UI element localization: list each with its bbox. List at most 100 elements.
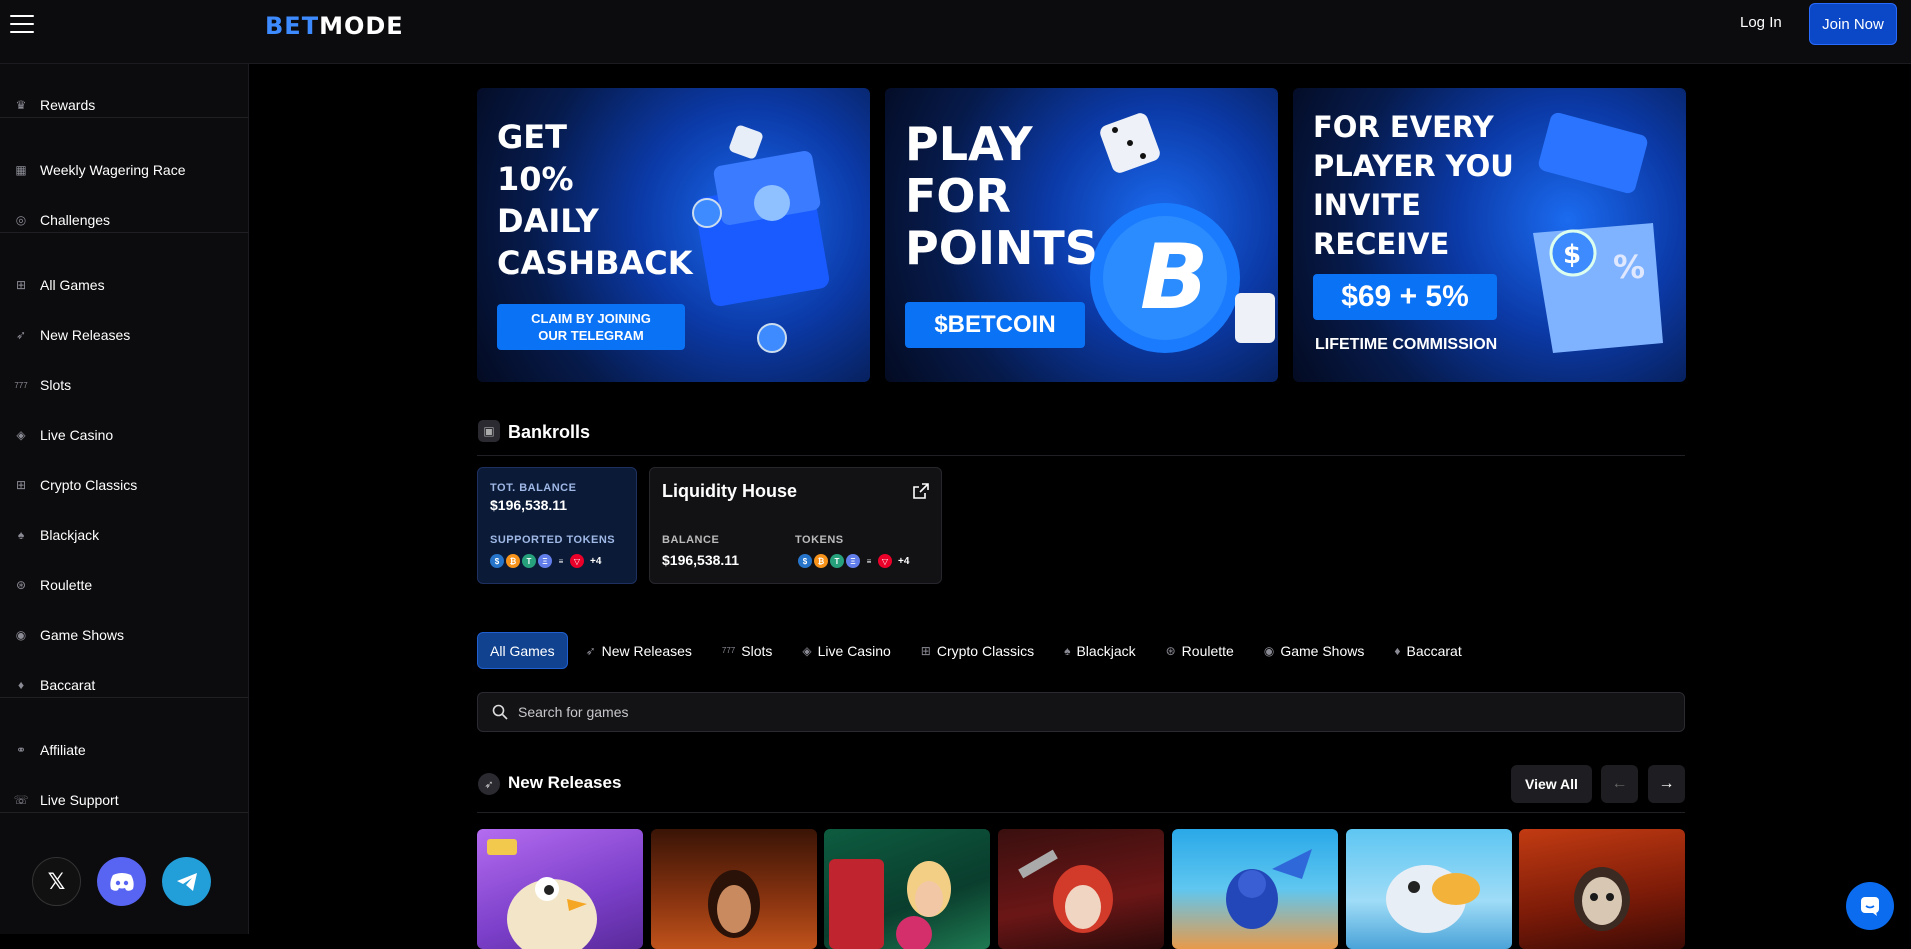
sidebar-item-label: All Games — [40, 277, 105, 293]
sidebar-item-game-shows[interactable]: ◉ Game Shows — [0, 615, 249, 655]
grid-icon: ⊞ — [15, 278, 27, 292]
game-thumbnail[interactable] — [1346, 829, 1512, 949]
liquidity-house-card[interactable]: Liquidity House BALANCE $196,538.11 TOKE… — [649, 467, 942, 584]
svg-text:%: % — [1613, 248, 1645, 286]
sidebar-item-weekly-wagering-race[interactable]: ▦ Weekly Wagering Race — [0, 150, 249, 190]
banner-points-headline: PLAY FOR POINTS — [905, 117, 1098, 275]
sidebar-item-blackjack[interactable]: ♠ Blackjack — [0, 515, 249, 555]
logo[interactable]: BETMODE — [265, 12, 404, 40]
live-dealer-game-art — [829, 859, 951, 949]
rocket-icon: ➶ — [585, 643, 596, 658]
x-twitter-icon[interactable]: 𝕏 — [32, 857, 81, 906]
sidebar-item-label: Live Casino — [40, 427, 114, 443]
tab-live-casino[interactable]: ◈ Live Casino — [790, 632, 902, 669]
genie-game-art — [1226, 849, 1312, 929]
tab-label: Slots — [741, 642, 773, 659]
treasure-chest-icon — [692, 125, 830, 353]
sidebar-item-baccarat[interactable]: ♦ Baccarat — [0, 665, 249, 705]
lifetime-commission-label: LIFETIME COMMISSION — [1315, 336, 1498, 353]
game-thumbnail[interactable] — [477, 829, 643, 949]
svg-text:B: B — [1140, 225, 1209, 330]
ethereum-icon: Ξ — [846, 554, 860, 568]
banner-invite[interactable]: $ % FOR EVERY PLAYER YOU INVITE RECEIVE $69… — [1293, 88, 1686, 382]
pirate-game-art — [1018, 849, 1113, 933]
prev-arrow-icon[interactable]: ← — [1601, 765, 1638, 803]
sidebar-item-rewards[interactable]: ♛ Rewards — [0, 85, 249, 125]
bitcoin-icon: ₿ — [506, 554, 520, 568]
affiliate-icon: ⚭ — [15, 743, 27, 757]
tab-crypto-classics[interactable]: ⊞ Crypto Classics — [909, 632, 1046, 669]
sidebar-item-all-games[interactable]: ⊞ All Games — [0, 265, 249, 305]
tab-slots[interactable]: 777 Slots — [710, 632, 784, 669]
diamond-icon: ◈ — [802, 643, 812, 658]
game-thumbnail[interactable] — [1172, 829, 1338, 949]
chicken-game-art — [487, 839, 597, 949]
gift-box-icon: $ % — [1533, 112, 1663, 353]
sidebar-item-live-support[interactable]: ☏ Live Support — [0, 780, 249, 820]
divider — [0, 697, 249, 698]
banner-invite-headline: FOR EVERY PLAYER YOU INVITE RECEIVE — [1313, 110, 1514, 261]
sidebar-item-new-releases[interactable]: ➶ New Releases — [0, 315, 249, 355]
chat-support-icon[interactable] — [1846, 882, 1894, 930]
supported-tokens-label: SUPPORTED TOKENS — [490, 534, 616, 546]
tab-label: New Releases — [601, 642, 692, 659]
sidebar-item-label: Live Support — [40, 792, 119, 808]
game-thumbnail[interactable] — [824, 829, 990, 949]
sidebar-item-label: Affiliate — [40, 742, 86, 758]
roulette-icon: ⊛ — [15, 578, 27, 592]
next-arrow-icon[interactable]: → — [1648, 765, 1685, 803]
tether-icon: T — [830, 554, 844, 568]
sidebar-item-slots[interactable]: 777 Slots — [0, 365, 249, 405]
menu-icon[interactable] — [10, 15, 34, 35]
logo-mode: MODE — [319, 12, 404, 40]
liquidity-house-name: Liquidity House — [662, 481, 797, 501]
sidebar-item-roulette[interactable]: ⊛ Roulette — [0, 565, 249, 605]
banner-play-for-points[interactable]: B PLAY FOR POINTS $BETCOIN — [885, 88, 1278, 382]
tab-roulette[interactable]: ⊛ Roulette — [1154, 632, 1246, 669]
tab-new-releases[interactable]: ➶ New Releases — [574, 632, 704, 669]
tab-all-games[interactable]: All Games — [477, 632, 568, 669]
solana-icon: ≡ — [554, 554, 568, 568]
tab-baccarat[interactable]: ♦ Baccarat — [1382, 632, 1473, 669]
telegram-icon[interactable] — [162, 857, 211, 906]
tab-label: Live Casino — [817, 642, 891, 659]
discord-icon[interactable] — [97, 857, 146, 906]
game-thumbnail[interactable] — [651, 829, 817, 949]
top-bar: BETMODE Log In Join Now — [0, 0, 1911, 64]
sidebar-item-label: Baccarat — [40, 677, 96, 693]
login-button[interactable]: Log In — [1740, 14, 1782, 31]
search-input[interactable] — [518, 704, 1518, 720]
balance-value: $196,538.11 — [662, 552, 740, 568]
banner-cashback[interactable]: GET 10% DAILY CASHBACK CLAIM BY JOINING OUR … — [477, 88, 870, 382]
svg-text:$: $ — [1563, 240, 1581, 270]
game-thumbnail[interactable] — [1519, 829, 1685, 949]
microphone-icon: ◉ — [1263, 643, 1275, 658]
claim-telegram-button[interactable]: CLAIM BY JOINING OUR TELEGRAM — [497, 304, 685, 350]
sidebar-item-challenges[interactable]: ◎ Challenges — [0, 200, 249, 240]
sidebar-item-label: Crypto Classics — [40, 477, 138, 493]
sidebar-item-affiliate[interactable]: ⚭ Affiliate — [0, 730, 249, 770]
tab-blackjack[interactable]: ♠ Blackjack — [1052, 632, 1148, 669]
view-all-button[interactable]: View All — [1511, 765, 1592, 803]
bitcoin-icon: ₿ — [814, 554, 828, 568]
sidebar-item-label: New Releases — [40, 327, 131, 343]
sidebar-item-live-casino[interactable]: ◈ Live Casino — [0, 415, 249, 455]
game-thumbnail[interactable] — [998, 829, 1164, 949]
spade-icon: ♠ — [1064, 643, 1071, 658]
usdc-icon: $ — [490, 554, 504, 568]
social-links: 𝕏 — [32, 857, 211, 906]
divider — [0, 812, 249, 813]
join-now-button[interactable]: Join Now — [1809, 3, 1897, 45]
more-tokens: +4 — [590, 555, 602, 567]
tether-icon: T — [522, 554, 536, 568]
diamond-icon: ◈ — [16, 428, 26, 442]
commission-badge: $69 + 5% — [1313, 274, 1497, 320]
solana-icon: ≡ — [862, 554, 876, 568]
support-icon: ☏ — [13, 793, 29, 807]
slots-777-icon: 777 — [14, 380, 28, 390]
betcoin-button[interactable]: $BETCOIN — [905, 302, 1085, 348]
external-link-icon[interactable] — [913, 483, 929, 499]
tab-game-shows[interactable]: ◉ Game Shows — [1252, 632, 1377, 669]
sidebar-item-crypto-classics[interactable]: ⊞ Crypto Classics — [0, 465, 249, 505]
sidebar: ♛ Rewards ▦ Weekly Wagering Race ◎ Challeng… — [0, 64, 249, 934]
